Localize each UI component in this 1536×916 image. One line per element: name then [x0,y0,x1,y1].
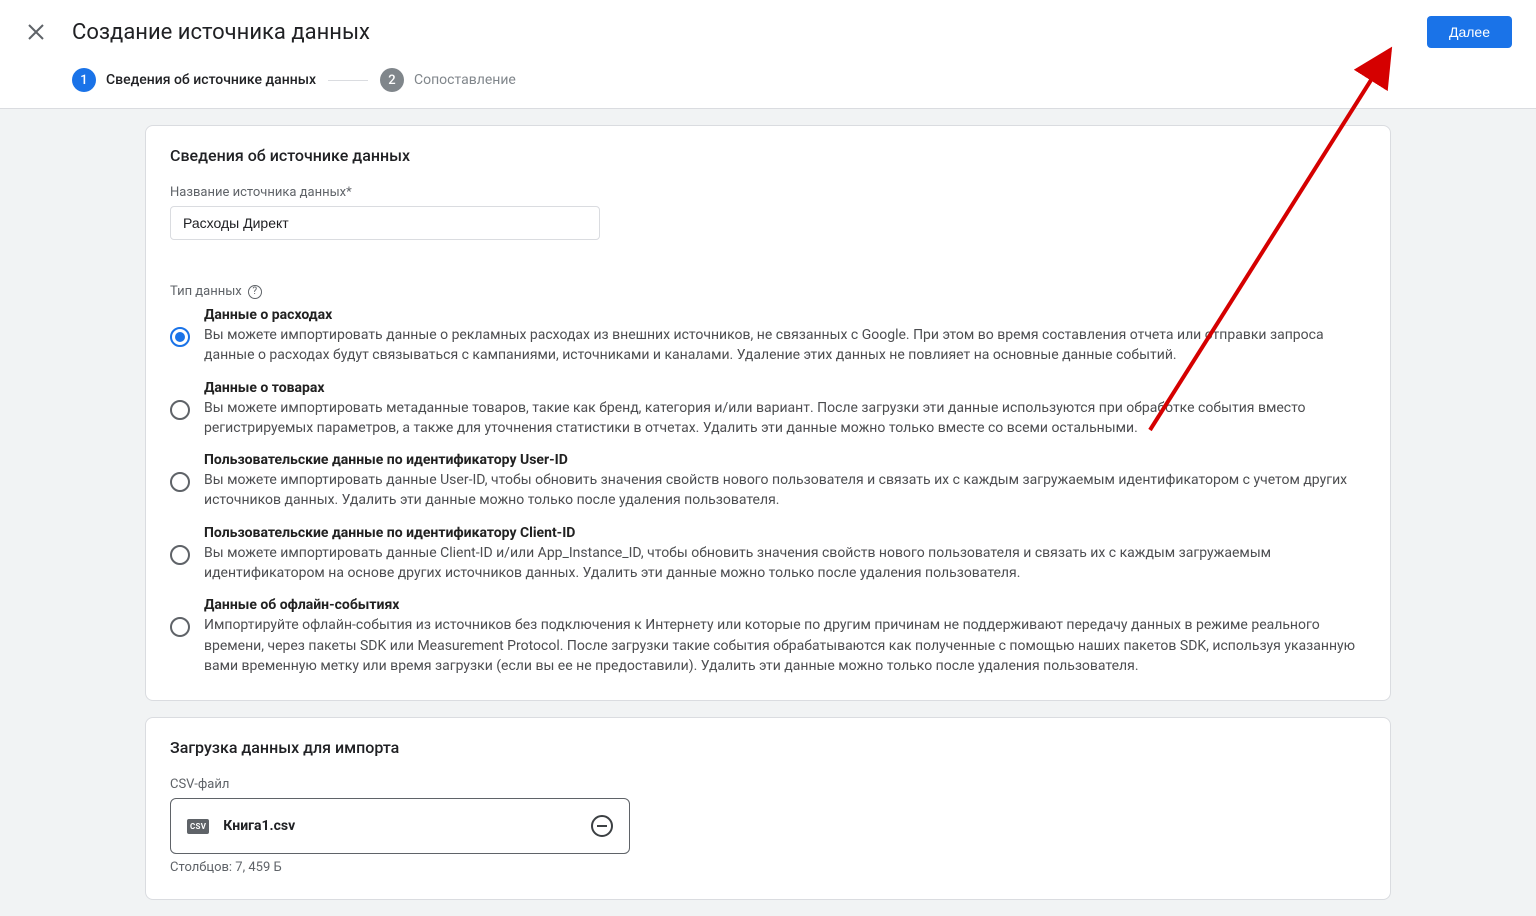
step-connector [328,80,368,81]
radio-circle[interactable] [170,617,190,637]
csv-label: CSV-файл [170,777,1366,792]
remove-file-icon[interactable] [591,815,613,837]
details-card-title: Сведения об источнике данных [170,146,1366,165]
step-2[interactable]: 2 Сопоставление [380,68,516,92]
name-label: Название источника данных* [170,185,1366,200]
upload-card: Загрузка данных для импорта CSV-файл CSV… [145,717,1391,900]
help-icon[interactable]: ? [248,285,262,299]
step-1-circle: 1 [72,68,96,92]
next-button[interactable]: Далее [1427,16,1512,48]
radio-content: Данные о товарах Вы можете импортировать… [204,380,1366,439]
stepper: 1 Сведения об источнике данных 2 Сопоста… [24,60,1512,108]
radio-desc: Вы можете импортировать метаданные товар… [204,398,1366,439]
file-meta: Столбцов: 7, 459 Б [170,860,1366,875]
details-card: Сведения об источнике данных Название ис… [145,125,1391,701]
content: Сведения об источнике данных Название ис… [137,125,1399,900]
page-title: Создание источника данных [72,20,370,45]
radio-title: Данные о товарах [204,380,1366,396]
radio-dot [175,332,185,342]
radio-circle[interactable] [170,472,190,492]
radio-desc: Вы можете импортировать данные о рекламн… [204,325,1366,366]
header: Создание источника данных Далее 1 Сведен… [0,0,1536,109]
close-icon[interactable] [24,20,48,44]
radio-title: Пользовательские данные по идентификатор… [204,525,1366,541]
step-1[interactable]: 1 Сведения об источнике данных [72,68,316,92]
type-label: Тип данных [170,284,242,299]
radio-desc: Вы можете импортировать данные User-ID, … [204,470,1366,511]
upload-card-title: Загрузка данных для импорта [170,738,1366,757]
file-chip[interactable]: CSV Книга1.csv [170,798,630,854]
step-2-label: Сопоставление [414,72,516,88]
radio-content: Пользовательские данные по идентификатор… [204,525,1366,584]
radio-title: Данные об офлайн-событиях [204,597,1366,613]
radio-content: Данные о расходах Вы можете импортироват… [204,307,1366,366]
minus-icon [597,825,607,827]
radio-circle[interactable] [170,400,190,420]
name-input[interactable] [170,206,600,240]
radio-option-clientid[interactable]: Пользовательские данные по идентификатор… [170,525,1366,584]
radio-option-cost[interactable]: Данные о расходах Вы можете импортироват… [170,307,1366,366]
radio-content: Пользовательские данные по идентификатор… [204,452,1366,511]
radio-circle[interactable] [170,327,190,347]
radio-option-item[interactable]: Данные о товарах Вы можете импортировать… [170,380,1366,439]
file-name: Книга1.csv [223,818,577,834]
radio-title: Пользовательские данные по идентификатор… [204,452,1366,468]
header-top: Создание источника данных Далее [24,16,1512,60]
radio-circle[interactable] [170,545,190,565]
step-2-circle: 2 [380,68,404,92]
radio-desc: Вы можете импортировать данные Client-ID… [204,543,1366,584]
radio-group: Данные о расходах Вы можете импортироват… [170,307,1366,676]
header-left: Создание источника данных [24,20,370,45]
type-label-row: Тип данных ? [170,284,1366,299]
radio-option-offline[interactable]: Данные об офлайн-событиях Импортируйте о… [170,597,1366,676]
csv-badge-icon: CSV [187,819,209,834]
radio-option-userid[interactable]: Пользовательские данные по идентификатор… [170,452,1366,511]
step-1-label: Сведения об источнике данных [106,72,316,88]
radio-content: Данные об офлайн-событиях Импортируйте о… [204,597,1366,676]
radio-title: Данные о расходах [204,307,1366,323]
radio-desc: Импортируйте офлайн-события из источнико… [204,615,1366,676]
